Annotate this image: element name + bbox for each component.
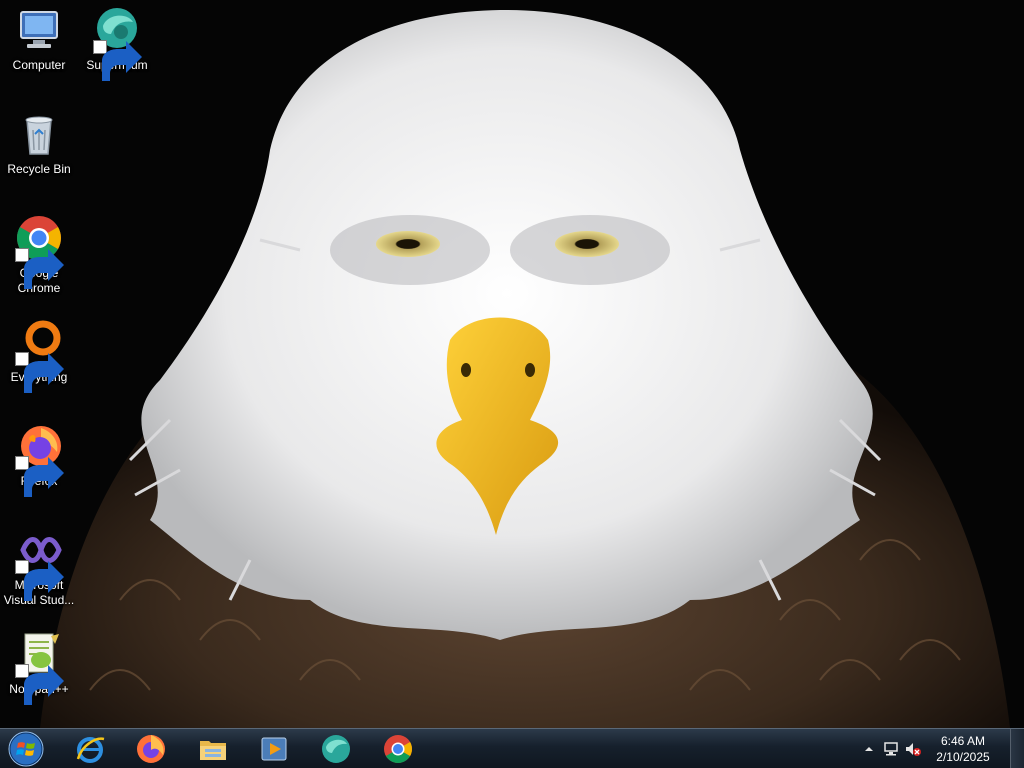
- volume-tray-button[interactable]: [902, 729, 924, 768]
- firefox-icon: [15, 422, 64, 497]
- visual-studio-icon: [15, 526, 64, 601]
- shortcut-arrow-icon: [15, 352, 64, 393]
- desktop-icon-firefox[interactable]: Firefox: [0, 422, 78, 497]
- supermium-icon: [93, 6, 142, 81]
- shortcut-arrow-icon: [15, 560, 64, 601]
- desktop-icon-visual-studio[interactable]: Microsoft Visual Stud...: [0, 526, 78, 608]
- network-tray-button[interactable]: [880, 729, 902, 768]
- windows-start-icon: [8, 731, 44, 767]
- taskbar-media-player[interactable]: [246, 731, 302, 767]
- wallpaper-eagle-image: [0, 0, 1024, 728]
- desktop-icon-google-chrome[interactable]: Google Chrome: [0, 214, 78, 296]
- show-desktop-button[interactable]: [1010, 729, 1024, 768]
- desktop-icon-label: Recycle Bin: [7, 162, 71, 176]
- shortcut-arrow-icon: [93, 40, 142, 81]
- shortcut-arrow-icon: [15, 664, 64, 705]
- clock-date: 2/10/2025: [936, 750, 990, 764]
- show-hidden-icons-button[interactable]: [858, 729, 880, 768]
- taskbar-chrome[interactable]: [370, 731, 426, 767]
- media-player-icon: [261, 737, 287, 761]
- desktop-icon-recycle-bin[interactable]: Recycle Bin: [0, 110, 78, 177]
- desktop-icon-notepadpp[interactable]: Notepad++: [0, 630, 78, 705]
- taskbar-file-explorer[interactable]: [185, 731, 241, 767]
- firefox-icon: [137, 735, 165, 763]
- shortcut-arrow-icon: [15, 248, 64, 289]
- file-explorer-icon: [200, 741, 226, 760]
- chrome-icon: [384, 735, 412, 763]
- notepadpp-icon: [15, 630, 64, 705]
- chrome-icon: [15, 214, 64, 289]
- internet-explorer-icon: [76, 737, 105, 763]
- clock-time: 6:46 AM: [940, 734, 986, 748]
- start-button[interactable]: [4, 730, 48, 768]
- desktop-icon-computer[interactable]: Computer: [0, 6, 78, 73]
- desktop-icon-supermium[interactable]: Supermium: [78, 6, 156, 81]
- everything-icon: [15, 318, 64, 393]
- taskbar-internet-explorer[interactable]: [62, 731, 118, 767]
- recycle-bin-icon: [15, 110, 63, 158]
- system-tray: 6:46 AM 2/10/2025: [858, 729, 998, 768]
- volume-muted-icon: [906, 743, 921, 756]
- taskbar-firefox[interactable]: [123, 731, 179, 767]
- chevron-up-icon: [865, 747, 873, 751]
- clock[interactable]: 6:46 AM 2/10/2025: [928, 733, 998, 765]
- computer-icon: [15, 6, 63, 54]
- taskbar-supermium[interactable]: [308, 731, 364, 767]
- supermium-icon: [322, 735, 350, 763]
- desktop-icon-everything[interactable]: Everything: [0, 318, 78, 393]
- desktop-icon-label: Computer: [12, 58, 66, 72]
- network-icon: [884, 742, 898, 756]
- taskbar: 6:46 AM 2/10/2025: [0, 728, 1024, 768]
- shortcut-arrow-icon: [15, 456, 64, 497]
- desktop[interactable]: Computer Supermium Recycle Bin Google Ch…: [0, 0, 1024, 728]
